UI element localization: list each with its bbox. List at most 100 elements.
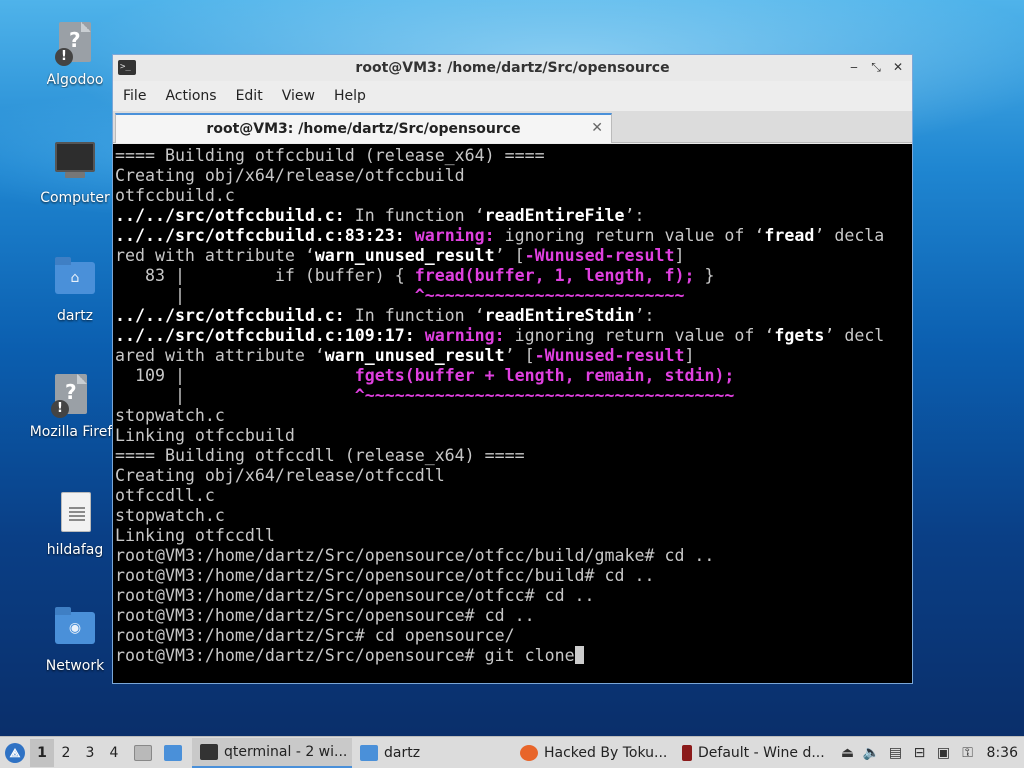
task-qterminal[interactable]: qterminal - 2 wi... (192, 737, 352, 768)
terminal-window: >_ root@VM3: /home/dartz/Src/opensource … (112, 54, 913, 684)
terminal-text: readEntireFile (484, 206, 625, 225)
task-wine[interactable]: Default - Wine d... (674, 738, 834, 768)
taskbar: ⟁ 1 2 3 4 qterminal - 2 wi... dartz Hack… (0, 736, 1024, 768)
terminal-text: 83 | if (buffer) { (115, 266, 415, 285)
terminal-line: | ^~~~~~~~~~~~~~~~~~~~~~~~~~~~~~~~~~~~~~ (115, 386, 912, 406)
task-dartz[interactable]: dartz (352, 738, 512, 768)
terminal-text: In function ‘ (344, 306, 485, 325)
menu-help[interactable]: Help (334, 88, 366, 104)
terminal-text: -Wunused-result (534, 346, 685, 365)
terminal-cursor (574, 646, 584, 664)
terminal-text: | (115, 386, 355, 405)
clipboard-icon[interactable]: ▤ (887, 744, 905, 762)
desktop-icon-dartz[interactable]: ⌂ dartz (30, 256, 120, 324)
workspace-1[interactable]: 1 (30, 738, 54, 767)
firefox-icon (520, 744, 538, 761)
terminal-text: root@VM3:/home/dartz/Src/opensource/otfc… (115, 546, 715, 565)
menubar: File Actions Edit View Help (113, 81, 912, 111)
start-menu-button[interactable]: ⟁ (0, 738, 30, 768)
terminal-line: 109 | fgets(buffer + length, remain, std… (115, 366, 912, 386)
terminal-line: otfccbuild.c (115, 186, 912, 206)
terminal-text: ’ decla (814, 226, 885, 245)
terminal-tab[interactable]: root@VM3: /home/dartz/Src/opensource ✕ (115, 113, 612, 143)
terminal-line: ../../src/otfccbuild.c:83:23: warning: i… (115, 226, 912, 246)
terminal-text: fgets(buffer + length, remain, stdin); (354, 366, 735, 385)
terminal-line: 83 | if (buffer) { fread(buffer, 1, leng… (115, 266, 912, 286)
tab-title: root@VM3: /home/dartz/Src/opensource (206, 121, 521, 137)
terminal-text: ==== Building otfccdll (release_x64) ===… (115, 446, 525, 465)
task-label: qterminal - 2 wi... (224, 743, 348, 760)
desktop-icon-network[interactable]: ◉ Network (30, 606, 120, 674)
clock[interactable]: 8:36 (987, 745, 1018, 761)
menu-file[interactable]: File (123, 88, 146, 104)
terminal-line: otfccdll.c (115, 486, 912, 506)
terminal-output[interactable]: ==== Building otfccbuild (release_x64) =… (113, 144, 912, 683)
terminal-text: ==== Building otfccbuild (release_x64) =… (115, 146, 545, 165)
terminal-text: ^~~~~~~~~~~~~~~~~~~~~~~~~~~~~~~~~~~~~~ (354, 386, 735, 405)
desktop-icon-computer[interactable]: Computer (30, 138, 120, 206)
menu-edit[interactable]: Edit (236, 88, 263, 104)
terminal-text: Creating obj/x64/release/otfccdll (115, 466, 445, 485)
task-label: dartz (384, 744, 421, 761)
terminal-line: Creating obj/x64/release/otfccbuild (115, 166, 912, 186)
eject-icon[interactable]: ⏏ (839, 744, 857, 762)
workspace-3[interactable]: 3 (78, 739, 102, 767)
terminal-text: ../../src/otfccbuild.c:109:17: (115, 326, 415, 345)
desktop-icon-label: Mozilla Firef (29, 424, 113, 440)
close-icon[interactable]: ✕ (890, 59, 906, 75)
terminal-line: root@VM3:/home/dartz/Src/opensource# git… (115, 646, 912, 666)
terminal-text: ignoring return value of ‘ (494, 226, 765, 245)
display-icon[interactable]: ▣ (935, 744, 953, 762)
terminal-text: warning: (414, 226, 495, 245)
desktop-icon-mozilla-firefox[interactable]: ? ! Mozilla Firef (22, 372, 120, 440)
terminal-line: ==== Building otfccbuild (release_x64) =… (115, 146, 912, 166)
terminal-line: red with attribute ‘warn_unused_result’ … (115, 246, 912, 266)
network-folder-icon: ◉ (51, 606, 99, 652)
menu-view[interactable]: View (282, 88, 315, 104)
desktop-icon-label: dartz (56, 308, 94, 324)
terminal-text: | (115, 286, 415, 305)
workspace-2[interactable]: 2 (54, 739, 78, 767)
terminal-text: warn_unused_result (324, 346, 505, 365)
terminal-text: ] (674, 246, 685, 265)
lxqt-logo-icon: ⟁ (5, 742, 25, 763)
terminal-text: fgets (774, 326, 825, 345)
file-manager-launcher[interactable] (160, 740, 186, 766)
task-label: Hacked By Toku... (544, 744, 668, 761)
terminal-text: ../../src/otfccbuild.c:83:23: (115, 226, 405, 245)
home-folder-icon: ⌂ (51, 256, 99, 302)
desktop-icon-algodoo[interactable]: ? ! Algodoo (30, 20, 120, 88)
text-file-icon (51, 490, 99, 536)
terminal-line: root@VM3:/home/dartz/Src/opensource/otfc… (115, 586, 912, 606)
restore-icon[interactable]: ⤡ (868, 59, 884, 75)
minimize-icon[interactable]: ‒ (846, 59, 862, 75)
terminal-text: root@VM3:/home/dartz/Src# cd opensource/ (115, 626, 515, 645)
terminal-text: In function ‘ (344, 206, 485, 225)
volume-icon[interactable]: 🔈 (863, 744, 881, 762)
terminal-text: ../../src/otfccbuild.c: (115, 206, 345, 225)
terminal-line: root@VM3:/home/dartz/Src/opensource# cd … (115, 606, 912, 626)
tab-close-icon[interactable]: ✕ (591, 120, 603, 136)
terminal-text: } (694, 266, 715, 285)
terminal-line: ared with attribute ‘warn_unused_result’… (115, 346, 912, 366)
messages-icon[interactable]: ⚿ (959, 744, 977, 762)
workspace-4[interactable]: 4 (102, 739, 126, 767)
terminal-text: red with attribute ‘ (115, 246, 315, 265)
desktop-icon-hildafag[interactable]: hildafag (30, 490, 120, 558)
terminal-line: root@VM3:/home/dartz/Src# cd opensource/ (115, 626, 912, 646)
terminal-text: -Wunused-result (524, 246, 675, 265)
window-title: root@VM3: /home/dartz/Src/opensource (355, 60, 670, 76)
terminal-text: otfccdll.c (115, 486, 215, 505)
desktop-icon-label: Algodoo (46, 72, 104, 88)
unknown-file-icon: ? ! (51, 20, 99, 66)
folder-icon (360, 744, 378, 761)
network-icon[interactable]: ⊟ (911, 744, 929, 762)
terminal-app-icon[interactable]: >_ (118, 60, 136, 75)
window-titlebar[interactable]: >_ root@VM3: /home/dartz/Src/opensource … (113, 55, 912, 81)
task-firefox[interactable]: Hacked By Toku... (512, 738, 674, 768)
terminal-text: fread (764, 226, 815, 245)
show-desktop-button[interactable] (130, 740, 156, 766)
terminal-text: 109 | (115, 366, 355, 385)
menu-actions[interactable]: Actions (165, 88, 216, 104)
